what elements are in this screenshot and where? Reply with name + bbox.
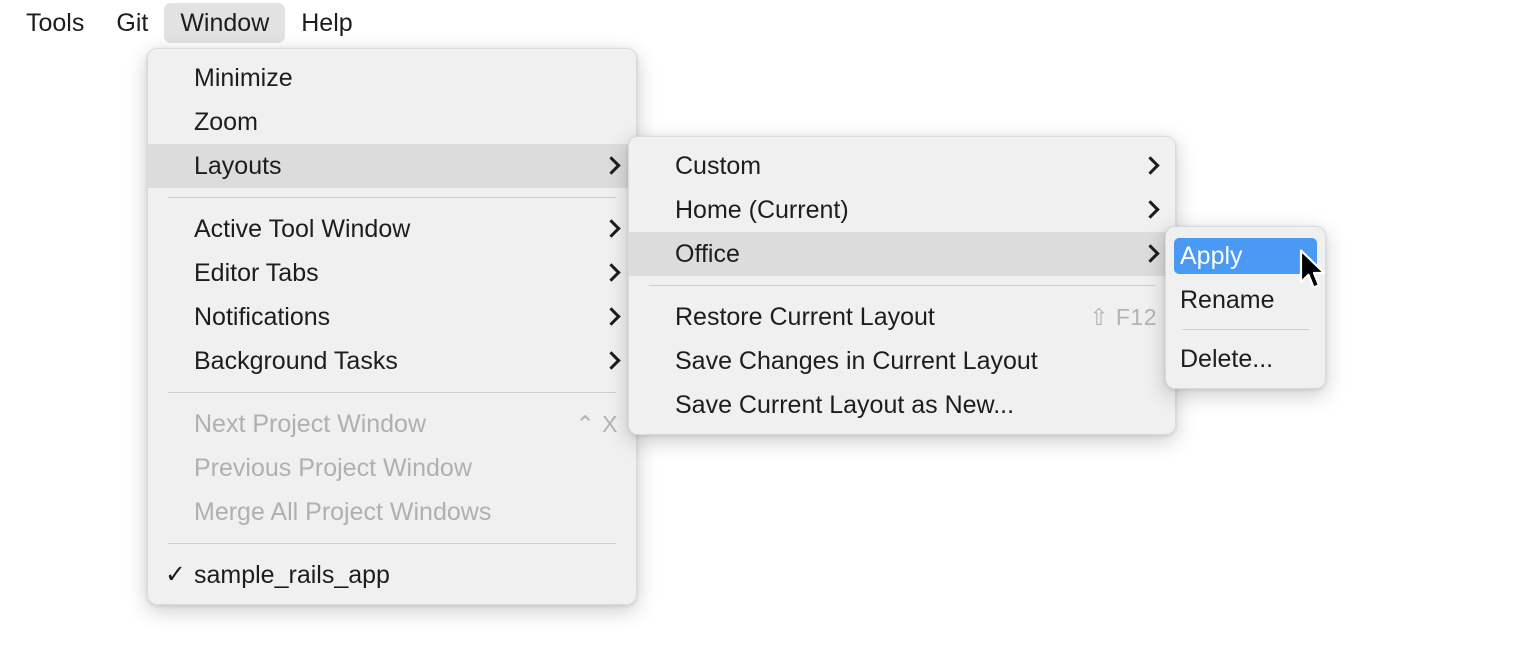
layouts-submenu-panel: Custom Home (Current) Office Restore Cur…	[628, 136, 1176, 435]
menu-item-label: Office	[675, 239, 740, 268]
menu-separator	[1182, 329, 1309, 330]
menu-item-sample-rails-app[interactable]: ✓ sample_rails_app	[148, 553, 636, 597]
menu-item-restore-current-layout[interactable]: Restore Current Layout ⇧ F12	[629, 295, 1175, 339]
menu-item-label: Rename	[1180, 285, 1275, 314]
menu-item-layouts[interactable]: Layouts	[148, 144, 636, 188]
menu-separator	[168, 392, 616, 393]
menu-item-label: Active Tool Window	[194, 214, 411, 243]
menu-item-label: Delete...	[1180, 344, 1274, 373]
menu-item-active-tool-window[interactable]: Active Tool Window	[148, 207, 636, 251]
menu-item-minimize[interactable]: Minimize	[148, 56, 636, 100]
menu-item-home-current[interactable]: Home (Current)	[629, 188, 1175, 232]
menu-item-next-project-window: Next Project Window ⌃ X	[148, 402, 636, 446]
menu-item-label: Restore Current Layout	[675, 302, 935, 331]
menu-item-shortcut: ⌃ X	[575, 410, 618, 437]
chevron-right-icon	[604, 350, 618, 372]
menu-item-zoom[interactable]: Zoom	[148, 100, 636, 144]
menu-item-rename[interactable]: Rename	[1166, 278, 1325, 322]
menu-item-label: Notifications	[194, 302, 331, 331]
menu-item-shortcut: ⇧ F12	[1089, 303, 1157, 330]
menu-item-label: Next Project Window	[194, 409, 427, 438]
menu-separator	[168, 543, 616, 544]
menu-item-office[interactable]: Office	[629, 232, 1175, 276]
menu-item-label: sample_rails_app	[194, 560, 390, 589]
chevron-right-icon	[1143, 199, 1157, 221]
menu-item-previous-project-window: Previous Project Window	[148, 446, 636, 490]
menubar-item-help[interactable]: Help	[285, 3, 368, 44]
office-submenu-panel: Apply Rename Delete...	[1165, 226, 1326, 389]
menu-item-delete[interactable]: Delete...	[1166, 337, 1325, 381]
menu-item-label: Layouts	[194, 151, 282, 180]
menubar-item-window[interactable]: Window	[164, 2, 286, 44]
menu-item-label: Background Tasks	[194, 346, 398, 375]
chevron-right-icon	[1143, 155, 1157, 177]
menu-item-label: Custom	[675, 151, 762, 180]
menu-item-label: Home (Current)	[675, 195, 849, 224]
menu-item-save-changes-in-current-layout[interactable]: Save Changes in Current Layout	[629, 339, 1175, 383]
menu-item-label: Save Changes in Current Layout	[675, 346, 1038, 375]
menu-item-notifications[interactable]: Notifications	[148, 295, 636, 339]
menu-item-label: Apply	[1180, 241, 1243, 270]
menu-item-label: Zoom	[194, 107, 258, 136]
chevron-right-icon	[604, 218, 618, 240]
menu-item-label: Merge All Project Windows	[194, 497, 492, 526]
menu-item-label: Save Current Layout as New...	[675, 390, 1015, 419]
menu-separator	[168, 197, 616, 198]
menu-item-merge-all-project-windows: Merge All Project Windows	[148, 490, 636, 534]
chevron-right-icon	[1143, 243, 1157, 265]
menubar-item-tools[interactable]: Tools	[10, 3, 100, 44]
chevron-right-icon	[604, 306, 618, 328]
menu-item-save-current-layout-as-new[interactable]: Save Current Layout as New...	[629, 383, 1175, 427]
window-menu-panel: Minimize Zoom Layouts Active Tool Window…	[147, 48, 637, 605]
menu-separator	[649, 285, 1155, 286]
check-icon: ✓	[165, 560, 186, 589]
menu-bar: Tools Git Window Help	[0, 0, 1540, 46]
menu-item-label: Previous Project Window	[194, 453, 472, 482]
menu-item-background-tasks[interactable]: Background Tasks	[148, 339, 636, 383]
menu-item-label: Minimize	[194, 63, 293, 92]
menu-item-custom[interactable]: Custom	[629, 144, 1175, 188]
menu-item-label: Editor Tabs	[194, 258, 319, 287]
chevron-right-icon	[604, 262, 618, 284]
menu-item-apply[interactable]: Apply	[1166, 234, 1325, 278]
menu-item-editor-tabs[interactable]: Editor Tabs	[148, 251, 636, 295]
menubar-item-git[interactable]: Git	[100, 3, 164, 44]
chevron-right-icon	[604, 155, 618, 177]
